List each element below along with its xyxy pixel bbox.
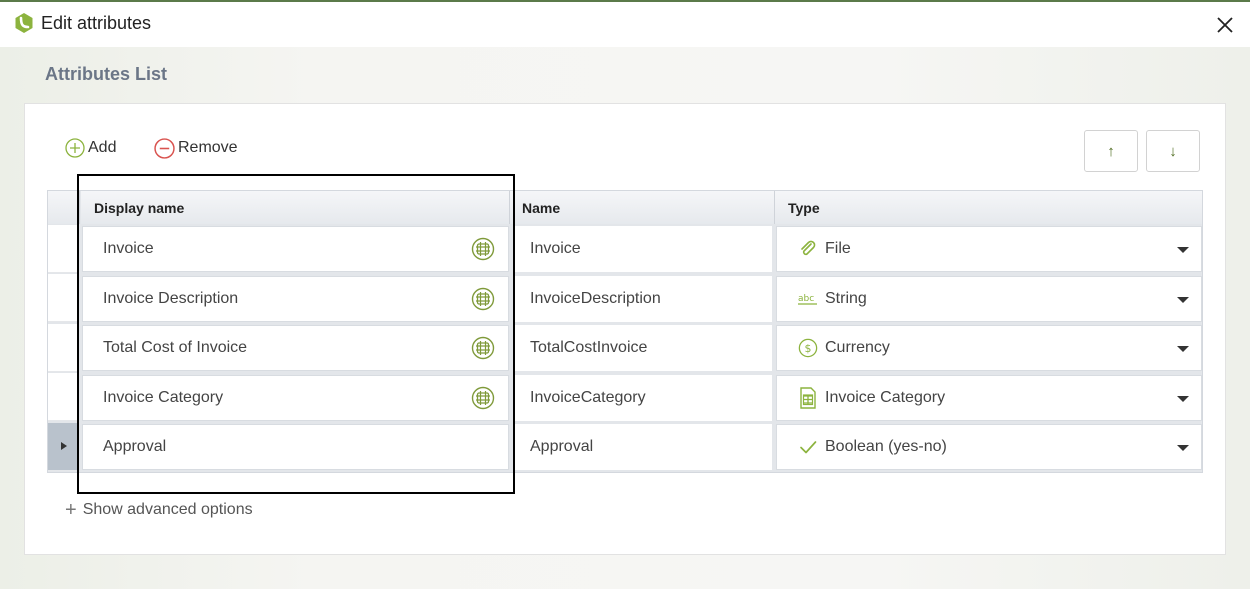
dollar-icon: $ bbox=[798, 338, 818, 358]
display-name-cell[interactable]: Invoice Category bbox=[82, 375, 509, 421]
chevron-down-icon bbox=[1177, 297, 1189, 303]
multilanguage-icon[interactable] bbox=[471, 287, 495, 311]
remove-button[interactable]: Remove bbox=[154, 137, 238, 159]
add-button[interactable]: Add bbox=[65, 137, 116, 159]
arrow-up-icon: ↑ bbox=[1107, 142, 1115, 160]
header-divider bbox=[79, 191, 80, 224]
display-name-text: Invoice bbox=[103, 240, 154, 257]
close-icon[interactable] bbox=[1212, 12, 1238, 38]
section-title: Attributes List bbox=[45, 64, 168, 84]
add-button-label: Add bbox=[88, 139, 117, 156]
column-header-type[interactable]: Type bbox=[775, 191, 1202, 224]
header-divider bbox=[509, 191, 510, 224]
dialog-title: Edit attributes bbox=[41, 13, 152, 33]
add-circle-icon bbox=[65, 138, 85, 158]
type-value: Invoice Category bbox=[825, 389, 946, 406]
row-selector[interactable] bbox=[48, 274, 78, 322]
type-select[interactable]: Boolean (yes-no) bbox=[776, 424, 1202, 470]
type-value: Currency bbox=[825, 339, 890, 356]
row-selector[interactable] bbox=[48, 324, 78, 372]
name-cell[interactable]: InvoiceDescription bbox=[514, 276, 772, 322]
multilanguage-icon[interactable] bbox=[471, 336, 495, 360]
checkmark-icon bbox=[798, 437, 818, 457]
chevron-down-icon bbox=[1177, 396, 1189, 402]
chevron-down-icon bbox=[1177, 445, 1189, 451]
app-logo-icon bbox=[15, 13, 33, 33]
move-down-button[interactable]: ↓ bbox=[1146, 130, 1200, 172]
dialog-titlebar: Edit attributes bbox=[0, 2, 1250, 47]
name-text: InvoiceDescription bbox=[530, 290, 661, 307]
name-cell[interactable]: TotalCostInvoice bbox=[514, 325, 772, 371]
current-row-indicator-icon bbox=[61, 442, 67, 450]
display-name-cell[interactable]: Total Cost of Invoice bbox=[82, 325, 509, 371]
type-value: File bbox=[825, 240, 851, 257]
display-name-cell[interactable]: Approval bbox=[82, 424, 509, 470]
row-selector-active[interactable] bbox=[48, 423, 78, 471]
type-select[interactable]: $ Currency bbox=[776, 325, 1202, 371]
name-cell[interactable]: InvoiceCategory bbox=[514, 375, 772, 421]
type-select[interactable]: File bbox=[776, 226, 1202, 272]
name-text: Approval bbox=[530, 438, 594, 455]
multilanguage-icon[interactable] bbox=[471, 237, 495, 261]
row-selector-header bbox=[48, 191, 79, 224]
display-name-text: Approval bbox=[103, 438, 167, 455]
move-up-button[interactable]: ↑ bbox=[1084, 130, 1138, 172]
display-name-cell[interactable]: Invoice Description bbox=[82, 276, 509, 322]
chevron-down-icon bbox=[1177, 247, 1189, 253]
name-text: Invoice bbox=[530, 240, 581, 257]
display-name-text: Total Cost of Invoice bbox=[103, 339, 248, 356]
name-cell[interactable]: Approval bbox=[514, 424, 772, 470]
paperclip-icon bbox=[798, 239, 818, 259]
header-divider bbox=[774, 191, 775, 224]
name-cell[interactable]: Invoice bbox=[514, 226, 772, 272]
remove-circle-icon bbox=[154, 137, 175, 159]
row-selector[interactable] bbox=[48, 373, 78, 421]
remove-button-label: Remove bbox=[178, 139, 238, 156]
chevron-down-icon bbox=[1177, 346, 1189, 352]
show-advanced-options-label: Show advanced options bbox=[82, 501, 253, 518]
svg-text:abc: abc bbox=[798, 294, 814, 304]
name-text: InvoiceCategory bbox=[530, 389, 646, 406]
arrow-down-icon: ↓ bbox=[1169, 142, 1177, 160]
abc-icon: abc bbox=[798, 289, 818, 309]
display-name-text: Invoice Description bbox=[103, 290, 239, 307]
type-select[interactable]: Invoice Category bbox=[776, 375, 1202, 421]
column-header-display-name[interactable]: Display name bbox=[81, 191, 510, 224]
multilanguage-icon[interactable] bbox=[471, 386, 495, 410]
display-name-cell[interactable]: Invoice bbox=[82, 226, 509, 272]
svg-text:$: $ bbox=[805, 342, 812, 355]
row-selector[interactable] bbox=[48, 225, 78, 273]
name-text: TotalCostInvoice bbox=[530, 339, 648, 356]
display-name-text: Invoice Category bbox=[103, 389, 224, 406]
plus-icon: + bbox=[65, 499, 77, 521]
column-header-name[interactable]: Name bbox=[510, 191, 774, 224]
show-advanced-options-link[interactable]: + Show advanced options bbox=[65, 499, 253, 521]
type-value: Boolean (yes-no) bbox=[825, 438, 947, 455]
entity-table-icon bbox=[798, 387, 818, 409]
type-value: String bbox=[825, 290, 867, 307]
type-select[interactable]: abc String bbox=[776, 276, 1202, 322]
